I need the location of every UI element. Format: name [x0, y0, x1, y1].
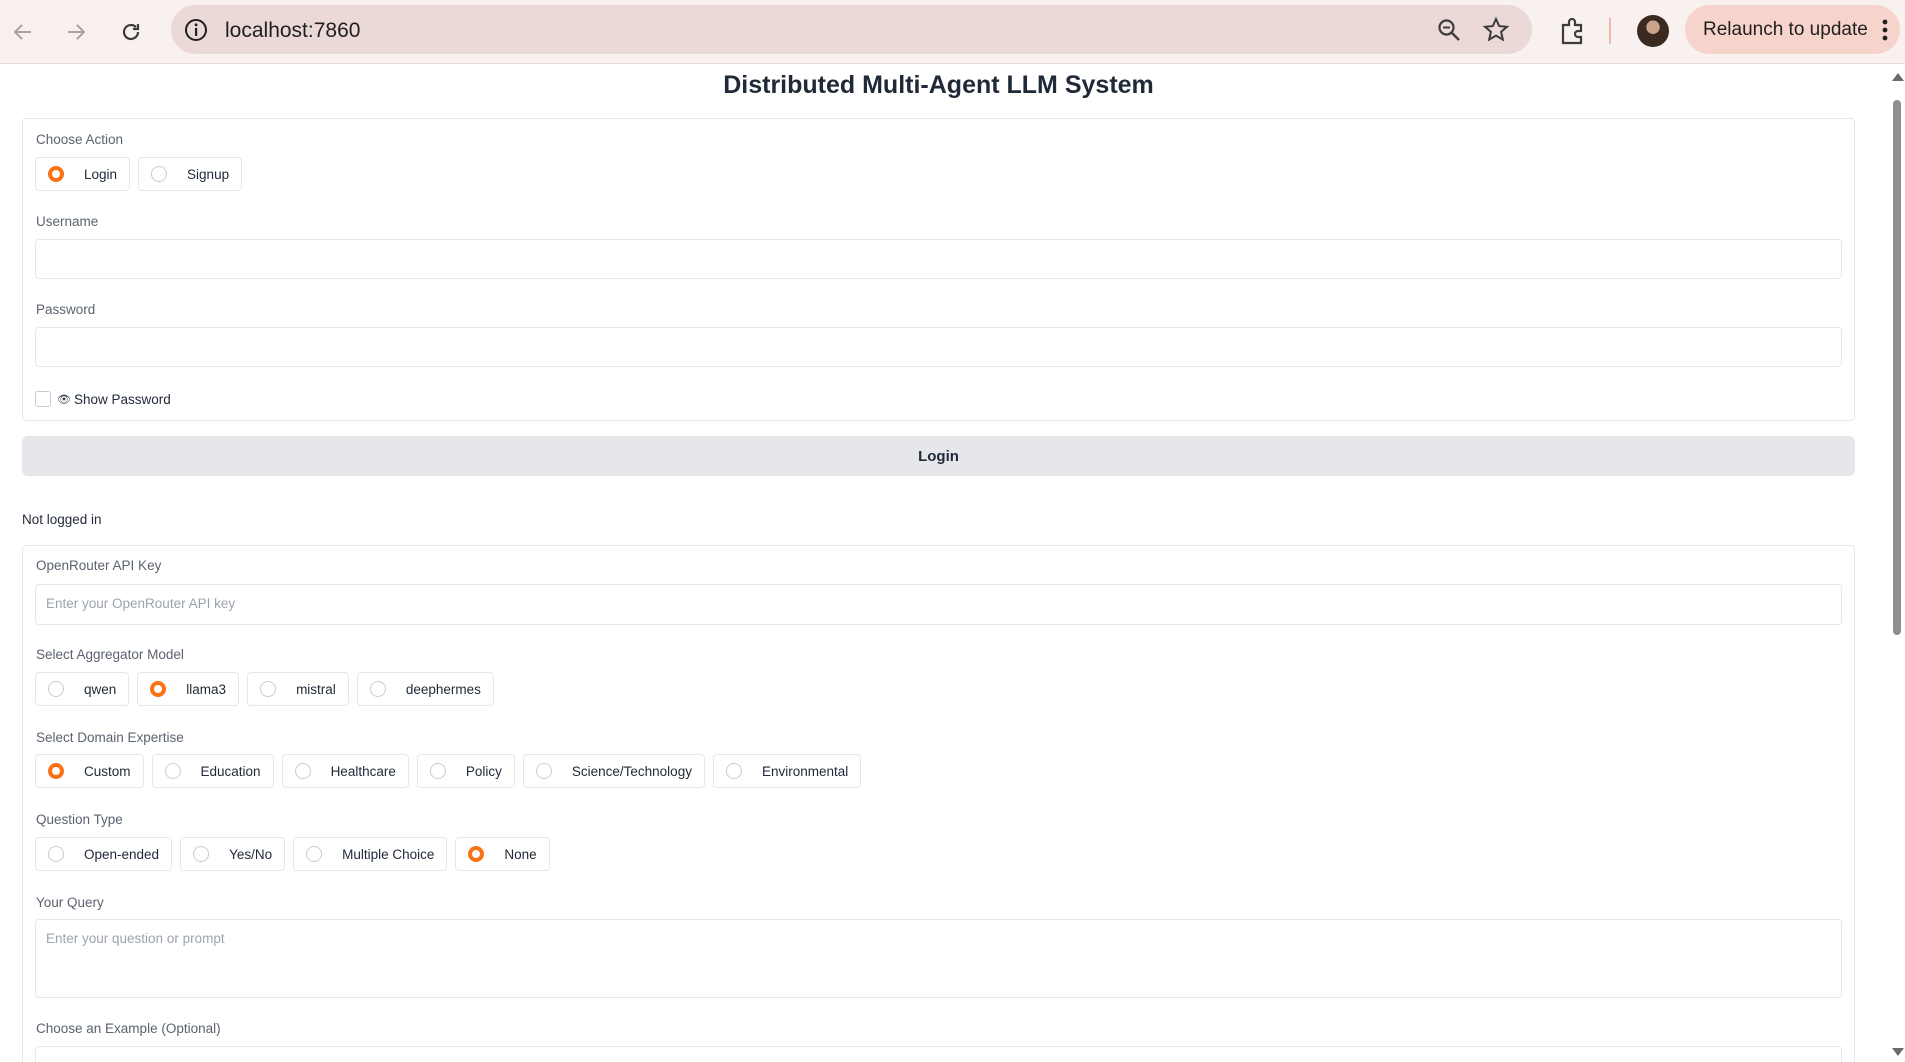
radio-label: deephermes [405, 681, 481, 697]
username-label: Username [36, 214, 99, 229]
arrow-left-icon [13, 24, 31, 40]
more-vert-icon[interactable] [1882, 19, 1888, 41]
aggregator-radio-deephermes[interactable]: deephermes [356, 672, 494, 706]
aggregator-radio-mistral[interactable]: mistral [247, 672, 349, 706]
radio-label: Policy [465, 763, 502, 779]
radio-label: Open-ended [84, 846, 160, 862]
site-info-icon[interactable] [183, 17, 209, 43]
radio-label: Login [84, 166, 118, 182]
login-button[interactable]: Login [22, 436, 1855, 476]
radio-label: None [504, 846, 537, 862]
action-radio-login[interactable]: Login [35, 157, 131, 191]
radio-label: Environmental [761, 763, 849, 779]
radio-circle[interactable] [151, 166, 168, 182]
url-text[interactable]: localhost:7860 [225, 19, 360, 43]
question-type-label: Question Type [36, 812, 123, 827]
question-type-radio-group: Open-ended Yes/No Multiple Choice None [35, 837, 550, 871]
scroll-up-arrow-icon[interactable] [1892, 73, 1904, 81]
radio-circle[interactable] [48, 846, 64, 862]
show-password-checkbox[interactable] [35, 391, 51, 407]
radio-circle[interactable] [725, 763, 742, 779]
radio-circle[interactable] [150, 681, 167, 697]
radio-label: Custom [84, 763, 131, 779]
radio-label: llama3 [186, 681, 227, 697]
arrow-right-icon [68, 24, 86, 40]
domain-radio-group: Custom Education Healthcare Policy Science/T… [35, 754, 862, 788]
radio-label: Signup [187, 166, 230, 182]
show-password-toggle[interactable]: 👁 Show Password [35, 391, 171, 407]
domain-radio-education[interactable]: Education [151, 754, 274, 788]
radio-circle[interactable] [429, 763, 446, 779]
domain-radio-policy[interactable]: Policy [416, 754, 515, 788]
radio-label: qwen [84, 681, 117, 697]
forward-button[interactable] [56, 12, 96, 52]
api-key-input[interactable]: Enter your OpenRouter API key [35, 584, 1842, 625]
radio-circle[interactable] [260, 681, 277, 697]
password-label: Password [36, 302, 96, 317]
toolbar-divider [1609, 18, 1611, 44]
aggregator-radio-qwen[interactable]: qwen [35, 672, 130, 706]
radio-circle[interactable] [164, 763, 181, 779]
domain-radio-science-technology[interactable]: Science/Technology [522, 754, 705, 788]
page-title: Distributed Multi-Agent LLM System [723, 71, 1154, 99]
aggregator-label: Select Aggregator Model [36, 647, 184, 662]
aggregator-radio-llama3[interactable]: llama3 [137, 672, 240, 706]
relaunch-button[interactable]: Relaunch to update [1685, 5, 1900, 54]
login-status-text: Not logged in [22, 512, 102, 527]
zoom-icon[interactable] [1436, 17, 1462, 43]
query-textarea[interactable]: Enter your question or prompt [35, 919, 1842, 998]
scroll-down-arrow-icon[interactable] [1892, 1048, 1904, 1056]
query-config-panel: OpenRouter API Key Enter your OpenRouter… [22, 545, 1855, 1062]
aggregator-radio-group: qwen llama3 mistral deephermes [35, 672, 494, 706]
radio-circle[interactable] [468, 846, 485, 862]
radio-label: mistral [296, 681, 336, 697]
radio-circle[interactable] [294, 763, 311, 779]
api-key-label: OpenRouter API Key [36, 558, 162, 573]
example-dropdown[interactable] [35, 1046, 1842, 1062]
radio-label: Yes/No [229, 846, 273, 862]
profile-avatar[interactable] [1637, 15, 1669, 47]
radio-label: Healthcare [330, 763, 396, 779]
domain-radio-custom[interactable]: Custom [35, 754, 144, 788]
auth-panel: Choose Action Login Signup Username Passw… [22, 118, 1855, 421]
address-bar[interactable]: localhost:7860 [171, 5, 1532, 54]
page-scrollbar[interactable] [1888, 65, 1905, 1062]
radio-label: Education [200, 763, 261, 779]
browser-toolbar: localhost:7860 Relaunch to update [0, 0, 1905, 64]
question-type-radio-open-ended[interactable]: Open-ended [35, 837, 173, 871]
example-label: Choose an Example (Optional) [36, 1021, 221, 1036]
radio-circle[interactable] [369, 681, 386, 697]
choose-action-label: Choose Action [36, 132, 124, 147]
radio-circle[interactable] [306, 846, 323, 862]
question-type-radio-none[interactable]: None [455, 837, 550, 871]
question-type-radio-yes-no[interactable]: Yes/No [180, 837, 286, 871]
radio-circle[interactable] [48, 681, 64, 697]
reload-button[interactable] [111, 12, 151, 52]
radio-circle[interactable] [535, 763, 552, 779]
action-radio-signup[interactable]: Signup [138, 157, 243, 191]
relaunch-label: Relaunch to update [1703, 18, 1868, 40]
radio-label: Multiple Choice [342, 846, 435, 862]
show-password-label: Show Password [73, 391, 171, 407]
back-button[interactable] [3, 12, 43, 52]
domain-label: Select Domain Expertise [36, 730, 184, 745]
bookmark-star-icon[interactable] [1482, 16, 1510, 44]
eye-icon: 👁 [57, 393, 71, 406]
radio-circle[interactable] [48, 166, 64, 182]
choose-action-radio-group: Login Signup [35, 157, 243, 191]
radio-circle[interactable] [48, 763, 64, 779]
query-label: Your Query [36, 895, 104, 910]
extensions-puzzle-icon[interactable] [1556, 14, 1590, 48]
scrollbar-thumb[interactable] [1893, 100, 1901, 635]
radio-label: Science/Technology [571, 763, 692, 779]
domain-radio-environmental[interactable]: Environmental [712, 754, 862, 788]
radio-circle[interactable] [193, 846, 210, 862]
reload-icon [122, 23, 140, 41]
password-input[interactable] [35, 327, 1842, 367]
username-input[interactable] [35, 239, 1842, 279]
question-type-radio-multiple-choice[interactable]: Multiple Choice [293, 837, 448, 871]
domain-radio-healthcare[interactable]: Healthcare [281, 754, 409, 788]
page-content: Distributed Multi-Agent LLM System Choos… [0, 65, 1888, 1062]
